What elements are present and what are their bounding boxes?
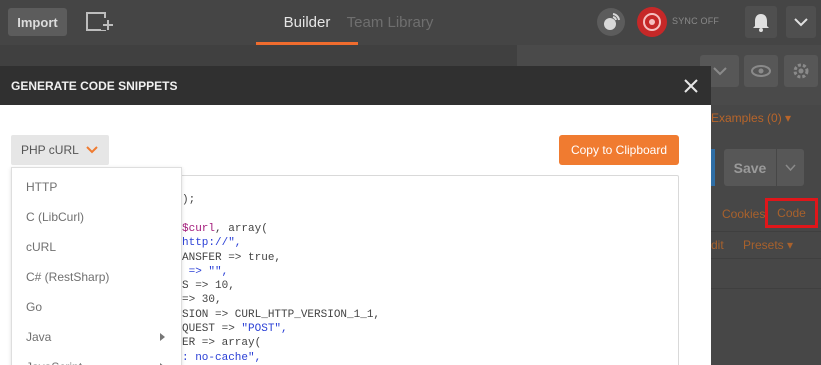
new-tab-button[interactable] xyxy=(80,8,118,36)
top-bar: Import Builder Team Library SYNC OFF xyxy=(0,0,821,45)
language-option[interactable]: cURL xyxy=(12,232,181,262)
language-option-label: HTTP xyxy=(26,180,58,194)
modal-title: GENERATE CODE SNIPPETS xyxy=(11,79,178,93)
code-token: ANSFER => true, xyxy=(182,251,282,264)
manage-environments-button[interactable] xyxy=(784,55,818,87)
cookies-link[interactable]: Cookies xyxy=(722,207,765,221)
language-option[interactable]: JavaScript xyxy=(12,352,181,365)
code-line: ER => array( xyxy=(182,337,261,349)
language-option[interactable]: C# (RestSharp) xyxy=(12,262,181,292)
save-options-button[interactable] xyxy=(777,149,804,186)
generate-code-modal: GENERATE CODE SNIPPETS PHP cURL Copy to … xyxy=(0,66,711,365)
examples-label: Examples (0) xyxy=(711,111,782,125)
divider xyxy=(711,288,821,289)
divider xyxy=(711,231,821,232)
code-line: http://", xyxy=(182,237,241,249)
copy-to-clipboard-button[interactable]: Copy to Clipboard xyxy=(559,135,679,165)
language-option-label: cURL xyxy=(26,240,57,254)
sync-status-icon[interactable] xyxy=(637,7,667,37)
interceptor-icon[interactable] xyxy=(597,8,625,36)
chevron-down-icon xyxy=(794,18,808,27)
code-link[interactable]: Code xyxy=(765,198,818,228)
language-select-value: PHP cURL xyxy=(21,143,79,157)
code-line: SION => CURL_HTTP_VERSION_1_1, xyxy=(182,309,380,321)
code-token: => 30, xyxy=(182,294,222,307)
request-panel xyxy=(711,105,821,365)
code-line: => "", xyxy=(182,265,229,278)
account-menu-button[interactable] xyxy=(786,6,816,38)
chevron-down-icon xyxy=(86,146,98,154)
tab-team-library[interactable]: Team Library xyxy=(340,0,440,45)
eye-icon xyxy=(751,65,771,77)
submenu-arrow-icon xyxy=(160,333,165,341)
close-icon xyxy=(684,79,698,93)
language-option[interactable]: Java xyxy=(12,322,181,352)
save-button[interactable]: Save xyxy=(724,149,776,186)
code-line: => 30, xyxy=(182,294,222,306)
chevron-down-icon xyxy=(785,164,796,172)
satellite-icon xyxy=(604,13,620,30)
language-option-label: JavaScript xyxy=(26,360,82,365)
code-token: http://", xyxy=(182,237,242,250)
code-token: $curl xyxy=(182,222,216,235)
language-option[interactable]: C (LibCurl) xyxy=(12,202,181,232)
examples-dropdown[interactable]: Examples (0) ▾ xyxy=(711,111,791,125)
code-line: ANSFER => true, xyxy=(182,252,281,264)
language-option-label: Java xyxy=(26,330,52,344)
code-token: S => 10, xyxy=(182,280,235,293)
code-line: S => 10, xyxy=(182,280,235,292)
code-line: ); xyxy=(182,194,195,206)
divider xyxy=(711,258,821,259)
gear-icon xyxy=(793,63,809,79)
code-line: : no-cache", xyxy=(182,352,261,364)
code-token: : no-cache", xyxy=(182,351,262,364)
presets-label: Presets xyxy=(743,238,784,252)
close-button[interactable] xyxy=(681,76,701,96)
send-button[interactable] xyxy=(711,149,715,186)
code-token: ER => array( xyxy=(182,337,262,350)
language-option[interactable]: Go xyxy=(12,292,181,322)
modal-header: GENERATE CODE SNIPPETS xyxy=(0,66,711,105)
language-dropdown-menu: HTTP C (LibCurl) cURL C# (RestSharp) Go Java J… xyxy=(11,167,182,365)
code-link-label: Code xyxy=(777,206,806,220)
bulk-edit-link[interactable]: dit xyxy=(711,238,724,252)
new-window-icon xyxy=(86,12,113,31)
sync-status-label: SYNC OFF xyxy=(672,16,720,26)
code-token: , array( xyxy=(215,222,268,235)
presets-dropdown[interactable]: Presets ▾ xyxy=(743,238,793,252)
code-token: QUEST => xyxy=(182,323,242,335)
notifications-button[interactable] xyxy=(745,6,777,38)
sync-off-icon xyxy=(643,13,661,31)
caret-down-icon: ▾ xyxy=(787,238,794,252)
language-option[interactable]: HTTP xyxy=(12,172,181,202)
code-token: ); xyxy=(182,194,196,207)
code-token: "POST", xyxy=(241,323,288,335)
language-option-label: Go xyxy=(26,300,43,314)
code-line: QUEST => "POST", xyxy=(182,323,288,335)
language-option-label: C (LibCurl) xyxy=(26,210,85,224)
bell-icon xyxy=(753,14,769,32)
import-button[interactable]: Import xyxy=(8,8,67,36)
code-token: => "", xyxy=(182,265,229,278)
code-line: $curl, array( xyxy=(182,223,268,235)
code-token: SION => CURL_HTTP_VERSION_1_1, xyxy=(182,308,381,321)
caret-down-icon: ▾ xyxy=(785,111,792,125)
language-option-label: C# (RestSharp) xyxy=(26,270,110,284)
environment-quick-look-button[interactable] xyxy=(744,55,778,87)
language-select[interactable]: PHP cURL xyxy=(11,135,109,165)
